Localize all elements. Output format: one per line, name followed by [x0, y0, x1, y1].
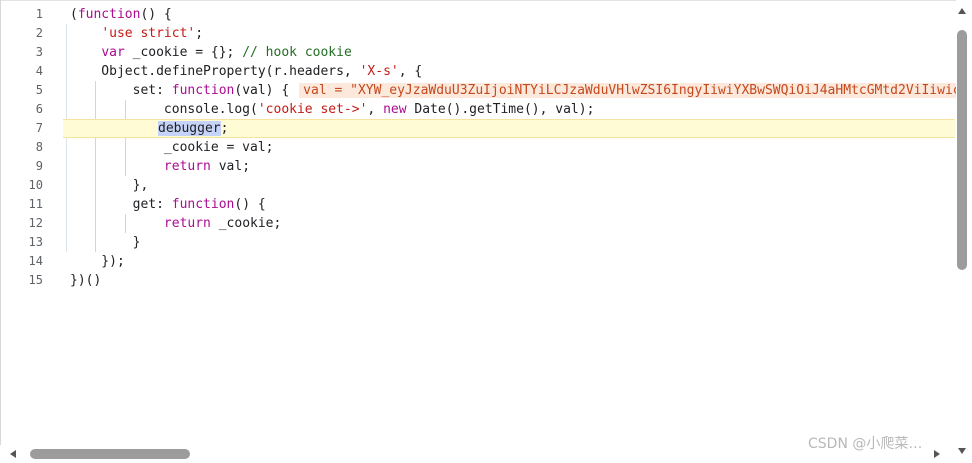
selected-token: debugger	[158, 121, 221, 136]
code-token: 'X-s'	[359, 64, 399, 79]
chevron-left-icon[interactable]	[10, 450, 16, 458]
code-token: val;	[210, 159, 251, 174]
code-line[interactable]: 13 }	[0, 233, 956, 252]
code-token: ;	[220, 121, 229, 136]
code-token: (	[70, 7, 78, 22]
line-number[interactable]: 4	[0, 62, 43, 81]
code-text: get: function() {	[70, 195, 266, 214]
code-token: _cookie;	[210, 216, 282, 231]
code-text: _cookie = val;	[70, 138, 274, 157]
code-text: }	[70, 233, 141, 252]
code-token: 'use strict'	[101, 26, 196, 41]
code-text: },	[70, 176, 149, 195]
line-number[interactable]: 9	[0, 157, 43, 176]
code-text: console.log('cookie set->', new Date().g…	[70, 100, 595, 119]
code-token: ,	[367, 102, 384, 117]
code-token: ;	[195, 26, 204, 41]
code-line[interactable]: 10 },	[0, 176, 956, 195]
code-editor[interactable]: 1 (function() {2 'use strict'; 3 var _cook…	[0, 0, 972, 463]
horizontal-scroll-thumb[interactable]	[30, 449, 190, 459]
code-line[interactable]: 6 console.log('cookie set->', new Date()…	[0, 100, 956, 119]
code-line[interactable]: 14 });	[0, 252, 956, 271]
code-text: var _cookie = {}; // hook cookie	[70, 43, 352, 62]
code-token: return	[163, 216, 211, 231]
code-token: Date().getTime(), val);	[406, 102, 595, 117]
code-token: });	[70, 254, 125, 269]
vertical-scroll-thumb[interactable]	[957, 30, 967, 270]
code-token: (val) {	[234, 83, 290, 98]
code-text: })()	[70, 271, 101, 290]
code-token: Object.defineProperty(r.headers,	[70, 64, 360, 79]
code-line[interactable]: 5 set: function(val) { val = "XYW_eyJzaWd…	[0, 81, 972, 100]
code-line[interactable]: 12 return _cookie;	[0, 214, 956, 233]
line-number[interactable]: 13	[0, 233, 43, 252]
code-token: new	[383, 102, 407, 117]
line-number[interactable]: 3	[0, 43, 43, 62]
code-token: },	[70, 178, 149, 193]
code-text: return val;	[70, 157, 250, 176]
line-number[interactable]: 1	[0, 5, 43, 24]
code-token: get:	[70, 197, 172, 212]
code-text: });	[70, 252, 125, 271]
code-text: return _cookie;	[70, 214, 281, 233]
code-line[interactable]: 1 (function() {	[0, 5, 956, 24]
code-token: return	[163, 159, 211, 174]
line-number[interactable]: 7	[0, 120, 43, 137]
code-token: set:	[70, 83, 172, 98]
code-token: // hook cookie	[242, 45, 352, 60]
code-token: function	[171, 83, 235, 98]
code-token: })()	[70, 273, 102, 288]
current-execution-line[interactable]: 7 debugger;	[36, 119, 955, 138]
code-line[interactable]: 4 Object.defineProperty(r.headers, 'X-s'…	[0, 62, 956, 81]
code-token: () {	[140, 7, 172, 22]
line-number[interactable]: 11	[0, 195, 43, 214]
line-number[interactable]: 10	[0, 176, 43, 195]
chevron-right-icon[interactable]	[934, 450, 940, 458]
line-number[interactable]: 15	[0, 271, 43, 290]
code-token: () {	[234, 197, 266, 212]
code-token: _cookie = {};	[124, 45, 243, 60]
chevron-down-icon[interactable]	[958, 448, 966, 454]
line-number[interactable]: 14	[0, 252, 43, 271]
code-line[interactable]: 8 _cookie = val;	[0, 138, 956, 157]
code-token: var	[101, 45, 125, 60]
editor-top-border	[0, 0, 972, 1]
line-number[interactable]: 5	[0, 81, 43, 100]
code-line[interactable]: 11 get: function() {	[0, 195, 956, 214]
watermark: CSDN @小爬菜…	[808, 436, 923, 452]
line-number[interactable]: 2	[0, 24, 43, 43]
code-token: _cookie = val;	[70, 140, 274, 155]
code-text: debugger;	[158, 120, 228, 137]
code-line[interactable]: 15 })()	[0, 271, 956, 290]
code-token: 'cookie set->'	[257, 102, 368, 117]
code-text: Object.defineProperty(r.headers, 'X-s', …	[70, 62, 422, 81]
code-token: , {	[398, 64, 423, 79]
code-line[interactable]: 3 var _cookie = {}; // hook cookie	[0, 43, 956, 62]
line-number[interactable]: 12	[0, 214, 43, 233]
code-token: }	[70, 235, 141, 250]
line-number[interactable]: 6	[0, 100, 43, 119]
code-line[interactable]: 9 return val;	[0, 157, 956, 176]
code-text: 'use strict';	[70, 24, 203, 43]
code-token: function	[171, 197, 235, 212]
code-text: set: function(val) { val = "XYW_eyJzaWduU…	[70, 81, 972, 100]
code-token: function	[77, 7, 141, 22]
code-text: (function() {	[70, 5, 172, 24]
code-line[interactable]: 2 'use strict';	[0, 24, 956, 43]
inline-value-preview[interactable]: val = "XYW_eyJzaWduU3ZuIjoiNTYiLCJzaWduV…	[299, 83, 972, 98]
line-number[interactable]: 8	[0, 138, 43, 157]
chevron-up-icon[interactable]	[958, 8, 966, 14]
code-token: console.log(	[70, 102, 258, 117]
